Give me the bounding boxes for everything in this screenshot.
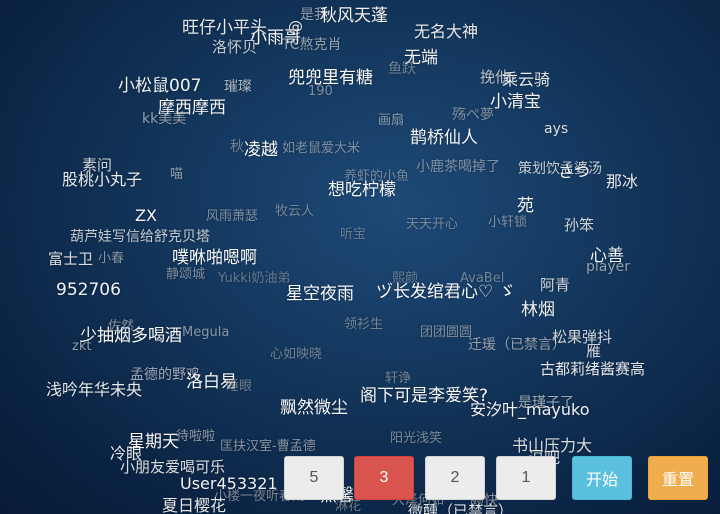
reset-button[interactable]: 重置 bbox=[648, 456, 708, 500]
name-tag: 雁 bbox=[586, 342, 602, 360]
name-tag: 飘然微尘 bbox=[280, 398, 348, 418]
name-tag: 秋 bbox=[230, 139, 244, 155]
name-tag: 鹊桥仙人 bbox=[410, 128, 478, 148]
name-tag: 兜兜里有糖 bbox=[288, 68, 373, 88]
name-tag: ヅ长发绾君心♡ ゞ bbox=[376, 282, 516, 302]
name-tag: 林烟 bbox=[521, 300, 555, 320]
name-tag: 鱼跃 bbox=[388, 61, 416, 77]
name-tag: 微醺（已禁言） bbox=[408, 502, 514, 514]
name-tag: 孙笨 bbox=[564, 216, 595, 234]
name-tag: 阿青 bbox=[540, 276, 571, 294]
count-1-button[interactable]: 1 bbox=[496, 456, 556, 500]
name-tag: Megula bbox=[182, 325, 230, 340]
name-tag: 噗咻啪嗯啊 bbox=[172, 248, 257, 268]
start-button[interactable]: 开始 bbox=[572, 456, 632, 500]
name-tag: 是瑾子了 bbox=[518, 395, 574, 411]
name-tag: 天天开心 bbox=[406, 217, 459, 232]
name-tag: TC熬克肖 bbox=[282, 37, 342, 53]
name-tag: 静颂城 bbox=[166, 267, 206, 282]
name-tag: ays bbox=[544, 121, 569, 137]
name-tag: 睡眼 bbox=[226, 379, 253, 394]
name-tag: 古都莉绪酱赛高 bbox=[540, 360, 646, 378]
name-tag: 听宝 bbox=[340, 227, 367, 242]
name-tag: 轩诤 bbox=[385, 371, 412, 386]
name-tag: 待啦啦 bbox=[176, 429, 216, 444]
name-tag: 风雨萧瑟 bbox=[206, 209, 259, 224]
name-tag: 富士卫 bbox=[48, 250, 94, 268]
name-tag: 阁下可是李爱笑? bbox=[360, 386, 489, 406]
count-3-button[interactable]: 3 bbox=[354, 456, 414, 500]
name-tag: 团团圆圆 bbox=[420, 325, 473, 340]
name-tag: さつ bbox=[558, 162, 591, 181]
name-tag: 牧云人 bbox=[275, 204, 315, 219]
name-tag: 股桃小丸子 bbox=[62, 170, 143, 189]
name-tag: 小清宝 bbox=[490, 92, 541, 112]
name-tag: 苑 bbox=[517, 196, 534, 216]
name-tag: 小松鼠007 bbox=[118, 76, 202, 96]
count-5-button[interactable]: 5 bbox=[284, 456, 344, 500]
name-tag: 璀璨 bbox=[224, 79, 252, 95]
name-tag: Yukki奶油弟 bbox=[218, 271, 291, 286]
name-cloud: 是我 秋风天蓬 旺仔小平头 @ 小雨哥 无名大神 洛怀贝 TC熬克肖 无端 鱼跃 挽他 乘云骑 小松鼠0… bbox=[0, 0, 720, 514]
name-tag: 凌越 bbox=[244, 140, 278, 160]
name-tag: 想吃柠檬 bbox=[328, 180, 396, 200]
name-tag: 秋风天蓬 bbox=[320, 6, 388, 26]
name-tag: 小鹿茶喝掉了 bbox=[416, 159, 500, 175]
control-bar: 5 3 2 1 开始 重置 bbox=[0, 456, 720, 502]
name-tag: 殇ぺ夢 bbox=[452, 107, 494, 123]
name-tag: 乘云骑 bbox=[502, 70, 551, 89]
name-tag: 浅吟年华未央 bbox=[46, 380, 143, 399]
name-tag: zkt bbox=[72, 339, 92, 354]
name-tag: 心如映晓 bbox=[270, 347, 323, 362]
name-tag: 那冰 bbox=[606, 172, 639, 191]
name-tag: 领衫生 bbox=[344, 317, 384, 332]
name-tag: 迁瑗（已禁言） bbox=[468, 337, 566, 353]
name-tag: ZX bbox=[135, 206, 157, 225]
name-tag: 葫芦娃写信给舒克贝塔 bbox=[70, 229, 210, 245]
name-tag: kk美美 bbox=[142, 111, 187, 127]
name-tag: 如老鼠爱大米 bbox=[282, 141, 361, 156]
name-tag: 喵 bbox=[170, 167, 184, 182]
name-tag: 小春 bbox=[98, 251, 125, 266]
name-tag: 小轩锁 bbox=[488, 215, 528, 230]
name-tag: 匡扶汉室-曹孟德 bbox=[220, 439, 316, 454]
name-tag: 无名大神 bbox=[414, 22, 479, 41]
name-tag: 星空夜雨 bbox=[286, 284, 354, 304]
name-tag: player bbox=[586, 259, 631, 275]
count-2-button[interactable]: 2 bbox=[425, 456, 485, 500]
name-tag: 少抽烟多喝酒 bbox=[80, 326, 182, 346]
name-tag: 952706 bbox=[56, 280, 121, 300]
name-tag: 洛怀贝 bbox=[212, 38, 258, 56]
name-tag: 画扇 bbox=[378, 113, 405, 128]
name-tag: 阳光浅笑 bbox=[390, 431, 443, 446]
